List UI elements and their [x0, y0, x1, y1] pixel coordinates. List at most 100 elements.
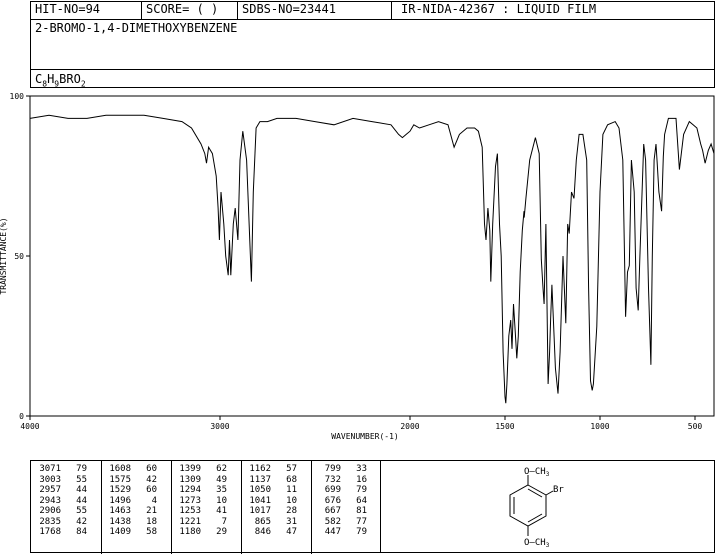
- peak-wavenumber: 1137: [249, 474, 271, 485]
- peak-transmittance: 49: [216, 474, 227, 485]
- peak-column: 3071 79 3003 55 2957 44 2943 44 2906 55 2835 42 1768…: [35, 464, 87, 538]
- peak-row: 2957 44: [35, 485, 87, 496]
- peak-transmittance: 84: [76, 527, 87, 537]
- peak-row: 582 77: [315, 517, 367, 528]
- peak-wavenumber: 1309: [179, 474, 201, 485]
- peak-transmittance: 57: [286, 464, 297, 474]
- peak-row: 1463 21: [105, 506, 157, 517]
- transmittance-series-line: [29, 114, 715, 404]
- x-tick-label: 1500: [495, 422, 514, 431]
- peak-wavenumber: 732: [324, 474, 341, 485]
- peak-transmittance: 18: [146, 516, 157, 527]
- peak-table-divider: [101, 461, 102, 554]
- peak-transmittance: 68: [286, 474, 297, 485]
- formula-box: C8H9BRO2: [30, 69, 715, 88]
- peak-column: 1162 57 1137 68 1050 11 1041 10 1017 28 865 31 846 47: [245, 464, 297, 538]
- top-methoxy-label: O—CH3: [524, 467, 550, 478]
- peak-wavenumber: 1608: [109, 464, 131, 474]
- peak-row: 2835 42: [35, 517, 87, 528]
- peak-row: 1438 18: [105, 517, 157, 528]
- peak-wavenumber: 1041: [249, 495, 271, 506]
- peak-transmittance: 60: [146, 464, 157, 474]
- peak-transmittance: 55: [76, 506, 87, 516]
- bottom-methoxy-text: O—CH: [524, 538, 546, 548]
- peak-transmittance: 55: [76, 474, 87, 485]
- x-tick-label: 4000: [20, 422, 39, 431]
- peak-transmittance: 42: [146, 474, 157, 485]
- formula-rest: BRO: [59, 72, 81, 86]
- peak-transmittance: 11: [286, 485, 297, 495]
- peak-transmittance: 21: [146, 506, 157, 516]
- peak-row: 2906 55: [35, 506, 87, 517]
- peak-column: 799 33 732 16 699 79 676 64 667 81 582 77 447 79: [315, 464, 367, 538]
- peak-row: 1309 49: [175, 475, 227, 486]
- peak-wavenumber: 1294: [179, 485, 201, 495]
- peak-row: 447 79: [315, 527, 367, 538]
- peak-wavenumber: 846: [254, 527, 271, 537]
- peak-row: 1221 7: [175, 517, 227, 528]
- peak-wavenumber: 2906: [39, 506, 61, 516]
- peak-transmittance: 77: [356, 516, 367, 527]
- peak-wavenumber: 1768: [39, 527, 61, 537]
- peak-wavenumber: 2943: [39, 495, 61, 506]
- peak-wavenumber: 1463: [109, 506, 131, 516]
- peak-row: 1294 35: [175, 485, 227, 496]
- peak-wavenumber: 582: [324, 516, 341, 527]
- bottom-methoxy-sub: 3: [546, 542, 550, 549]
- peak-row: 676 64: [315, 496, 367, 507]
- peak-column: 1608 60 1575 42 1529 60 1496 4 1463 21 1438 18 1409 5…: [105, 464, 157, 538]
- peak-transmittance: 62: [216, 464, 227, 474]
- header-bar: HIT-NO=94 SCORE= ( ) SDBS-NO=23441 IR-NI…: [30, 1, 715, 21]
- peak-column: 1399 62 1309 49 1294 35 1273 10 1253 41 1221 7 1180 2…: [175, 464, 227, 538]
- peak-table: 3071 79 3003 55 2957 44 2943 44 2906 55 2835 42 1768…: [30, 460, 381, 554]
- peak-transmittance: 10: [216, 495, 227, 506]
- peak-wavenumber: 799: [324, 464, 341, 474]
- compound-name: 2-BROMO-1,4-DIMETHOXYBENZENE: [35, 21, 238, 35]
- peak-wavenumber: 1529: [109, 485, 131, 495]
- y-axis-ticks: 100 50 0: [10, 92, 30, 421]
- peak-transmittance: 4: [151, 495, 157, 506]
- peak-row: 1041 10: [245, 496, 297, 507]
- y-tick-label: 100: [10, 92, 25, 101]
- peak-row: 1768 84: [35, 527, 87, 538]
- peak-row: 699 79: [315, 485, 367, 496]
- peak-transmittance: 41: [216, 506, 227, 516]
- peak-wavenumber: 1575: [109, 474, 131, 485]
- peak-row: 1017 28: [245, 506, 297, 517]
- peak-row: 1496 4: [105, 496, 157, 507]
- peak-wavenumber: 1496: [109, 495, 131, 506]
- peak-transmittance: 60: [146, 485, 157, 495]
- peak-wavenumber: 3071: [39, 464, 61, 474]
- peak-row: 865 31: [245, 517, 297, 528]
- peak-wavenumber: 3003: [39, 474, 61, 485]
- peak-transmittance: 81: [356, 506, 367, 516]
- peak-table-divider: [311, 461, 312, 554]
- peak-wavenumber: 1273: [179, 495, 201, 506]
- peak-row: 1050 11: [245, 485, 297, 496]
- peak-row: 1137 68: [245, 475, 297, 486]
- top-methoxy-sub: 3: [546, 471, 550, 478]
- peak-transmittance: 7: [221, 516, 227, 527]
- peak-wavenumber: 1180: [179, 527, 201, 537]
- peak-row: 799 33: [315, 464, 367, 475]
- peak-transmittance: 31: [286, 516, 297, 527]
- peak-row: 1575 42: [105, 475, 157, 486]
- peak-row: 1273 10: [175, 496, 227, 507]
- peak-transmittance: 44: [76, 485, 87, 495]
- peak-transmittance: 47: [286, 527, 297, 537]
- peak-row: 1180 29: [175, 527, 227, 538]
- peak-transmittance: 35: [216, 485, 227, 495]
- x-tick-label: 2000: [400, 422, 419, 431]
- peak-wavenumber: 667: [324, 506, 341, 516]
- peak-wavenumber: 2957: [39, 485, 61, 495]
- peak-row: 1409 58: [105, 527, 157, 538]
- plot-frame: [29, 95, 715, 417]
- peak-row: 1399 62: [175, 464, 227, 475]
- peak-wavenumber: 865: [254, 516, 271, 527]
- peak-row: 1608 60: [105, 464, 157, 475]
- peak-transmittance: 29: [216, 527, 227, 537]
- peak-table-divider: [171, 461, 172, 554]
- peak-wavenumber: 1409: [109, 527, 131, 537]
- peak-row: 846 47: [245, 527, 297, 538]
- peak-wavenumber: 1050: [249, 485, 271, 495]
